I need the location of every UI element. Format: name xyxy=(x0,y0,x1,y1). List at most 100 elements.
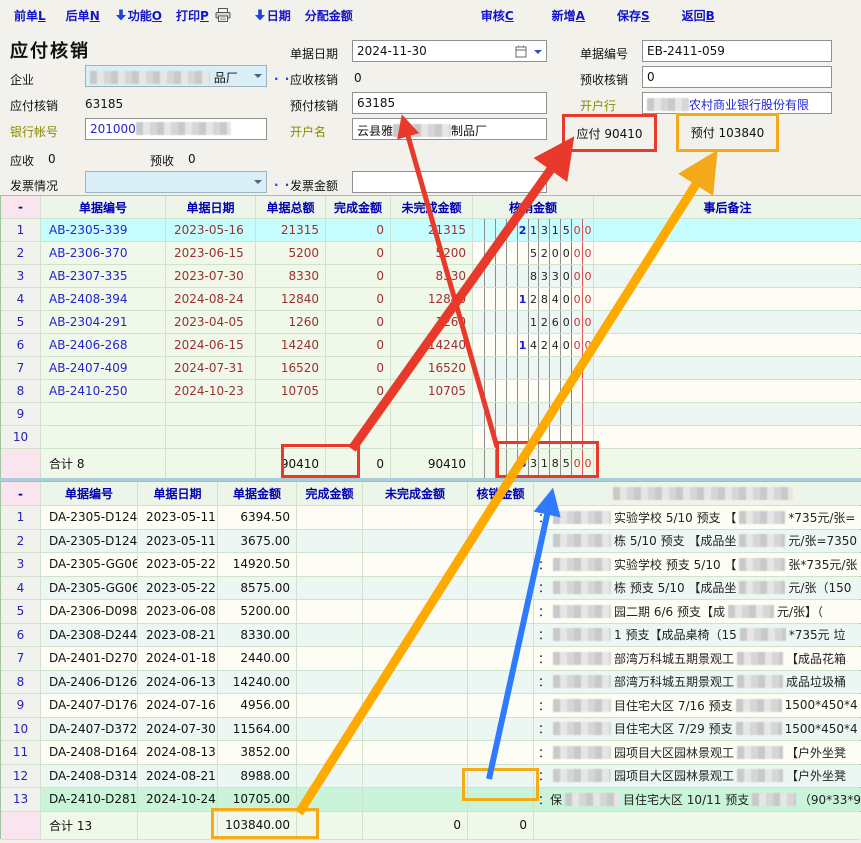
table-row[interactable]: 4AB-2408-3942024-08-24128400128401284000 xyxy=(1,288,860,311)
done-amount-cell[interactable]: 0 xyxy=(326,334,391,356)
table-row[interactable]: 1AB-2305-3392023-05-16213150213152131500 xyxy=(1,219,860,242)
writeoff-amount-digit-grid[interactable]: 126000 xyxy=(473,311,594,333)
undone-amount-cell[interactable] xyxy=(391,426,473,448)
doc-date-cell[interactable]: 2024-08-21 xyxy=(138,765,218,788)
undone-amount-cell[interactable] xyxy=(363,647,468,670)
after-note-cell[interactable] xyxy=(594,265,861,287)
writeoff-amount-cell[interactable] xyxy=(468,647,534,670)
summary-note-cell[interactable]: ：实验学校 预支 5/10 【张*735元/张 xyxy=(534,553,861,576)
doc-code-cell[interactable]: AB-2406-268 xyxy=(41,334,166,356)
doc-code-cell[interactable]: DA-2305-GG064A xyxy=(41,553,138,576)
table-row[interactable]: 4DA-2305-GG064B2023-05-228575.00：栋 预支 5/… xyxy=(1,577,860,601)
doc-amount-cell[interactable]: 4956.00 xyxy=(218,694,297,717)
done-amount-cell[interactable] xyxy=(297,788,363,811)
toolbar-button-save[interactable]: 保存S xyxy=(617,7,650,24)
doc-date-cell[interactable]: 2024-06-13 xyxy=(138,671,218,694)
invoice-status-select[interactable] xyxy=(85,171,267,193)
undone-amount-cell[interactable]: 5200 xyxy=(391,242,473,264)
after-note-cell[interactable] xyxy=(594,219,861,241)
table-row[interactable]: 7DA-2401-D2702024-01-182440.00：部湾万科城五期景观… xyxy=(1,647,860,671)
invoice-amount-input[interactable] xyxy=(352,171,547,193)
doc-date-cell[interactable]: 2024-06-15 xyxy=(166,334,256,356)
summary-note-cell[interactable]: ：园项目大区园林景观工【户外坐凳 xyxy=(534,741,861,764)
doc-code-cell[interactable]: AB-2306-370 xyxy=(41,242,166,264)
after-note-cell[interactable] xyxy=(594,242,861,264)
done-amount-cell[interactable] xyxy=(297,741,363,764)
doc-date-cell[interactable]: 2023-05-22 xyxy=(138,553,218,576)
doc-total-cell[interactable]: 5200 xyxy=(256,242,326,264)
doc-code-cell[interactable]: DA-2305-D124B xyxy=(41,530,138,553)
done-amount-cell[interactable] xyxy=(326,426,391,448)
after-note-cell[interactable] xyxy=(594,403,861,425)
writeoff-amount-digit-grid[interactable] xyxy=(473,380,594,402)
toolbar-button-next[interactable]: 后单N xyxy=(66,7,100,24)
toolbar-button-function[interactable]: 功能O xyxy=(128,7,162,24)
done-amount-cell[interactable] xyxy=(297,647,363,670)
undone-amount-cell[interactable]: 8330 xyxy=(391,265,473,287)
doc-code-cell[interactable]: DA-2407-D372 xyxy=(41,718,138,741)
doc-code-cell[interactable]: DA-2305-D124A xyxy=(41,506,138,529)
doc-total-cell[interactable]: 14240 xyxy=(256,334,326,356)
table-row[interactable]: 10DA-2407-D3722024-07-3011564.00：目住宅大区 7… xyxy=(1,718,860,742)
summary-note-cell[interactable]: ：1 预支【成品桌椅（15*735元 垃 xyxy=(534,624,861,647)
doc-date-cell[interactable]: 2023-05-22 xyxy=(138,577,218,600)
writeoff-amount-digit-grid[interactable]: 1284000 xyxy=(473,288,594,310)
toolbar-button-prev[interactable]: 前单L xyxy=(14,7,46,24)
writeoff-amount-cell[interactable] xyxy=(468,577,534,600)
undone-amount-cell[interactable]: 14240 xyxy=(391,334,473,356)
table-row[interactable]: 13DA-2410-D2812024-10-2410705.00：保目住宅大区 … xyxy=(1,788,860,812)
writeoff-amount-cell[interactable] xyxy=(468,741,534,764)
undone-amount-cell[interactable] xyxy=(363,624,468,647)
doc-amount-cell[interactable]: 3852.00 xyxy=(218,741,297,764)
undone-amount-cell[interactable] xyxy=(391,403,473,425)
doc-total-cell[interactable]: 1260 xyxy=(256,311,326,333)
done-amount-cell[interactable]: 0 xyxy=(326,311,391,333)
doc-number-input[interactable]: EB-2411-059 xyxy=(642,40,832,62)
writeoff-amount-cell[interactable] xyxy=(468,788,534,811)
doc-code-cell[interactable]: DA-2407-D176 xyxy=(41,694,138,717)
done-amount-cell[interactable] xyxy=(297,553,363,576)
after-note-cell[interactable] xyxy=(594,380,861,402)
done-amount-cell[interactable]: 0 xyxy=(326,265,391,287)
doc-code-cell[interactable]: DA-2305-GG064B xyxy=(41,577,138,600)
doc-date-cell[interactable]: 2024-07-30 xyxy=(138,718,218,741)
undone-amount-cell[interactable] xyxy=(363,694,468,717)
table-row[interactable]: 3AB-2307-3352023-07-30833008330833000 xyxy=(1,265,860,288)
table-row[interactable]: 8AB-2410-2502024-10-2310705010705 xyxy=(1,380,860,403)
summary-note-cell[interactable]: ：园二期 6/6 预支【成元/张】（ xyxy=(534,600,861,623)
doc-date-cell[interactable]: 2024-01-18 xyxy=(138,647,218,670)
doc-amount-cell[interactable]: 2440.00 xyxy=(218,647,297,670)
toolbar-button-date[interactable]: 日期 xyxy=(267,7,291,24)
doc-amount-cell[interactable]: 10705.00 xyxy=(218,788,297,811)
summary-note-cell[interactable]: ：目住宅大区 7/29 预支1500*450*4 xyxy=(534,718,861,741)
summary-note-cell[interactable]: ：园项目大区园林景观工【户外坐凳 xyxy=(534,765,861,788)
doc-code-cell[interactable]: AB-2307-335 xyxy=(41,265,166,287)
doc-date-cell[interactable] xyxy=(166,426,256,448)
done-amount-cell[interactable]: 0 xyxy=(326,242,391,264)
toolbar-button-print[interactable]: 打印P xyxy=(176,7,209,24)
undone-amount-cell[interactable] xyxy=(363,788,468,811)
doc-total-cell[interactable] xyxy=(256,426,326,448)
table-row[interactable]: 5AB-2304-2912023-04-05126001260126000 xyxy=(1,311,860,334)
after-note-cell[interactable] xyxy=(594,334,861,356)
done-amount-cell[interactable] xyxy=(297,600,363,623)
doc-date-cell[interactable]: 2023-05-16 xyxy=(166,219,256,241)
summary-note-cell[interactable]: ：目住宅大区 7/16 预支1500*450*4 xyxy=(534,694,861,717)
table-row[interactable]: 2AB-2306-3702023-06-15520005200520000 xyxy=(1,242,860,265)
table-row[interactable]: 7AB-2407-4092024-07-3116520016520 xyxy=(1,357,860,380)
doc-amount-cell[interactable]: 14920.50 xyxy=(218,553,297,576)
done-amount-cell[interactable]: 0 xyxy=(326,357,391,379)
doc-date-cell[interactable]: 2024-10-23 xyxy=(166,380,256,402)
undone-amount-cell[interactable] xyxy=(363,671,468,694)
doc-code-cell[interactable] xyxy=(41,426,166,448)
table-row[interactable]: 8DA-2406-D1262024-06-1314240.00：部湾万科城五期景… xyxy=(1,671,860,695)
doc-total-cell[interactable] xyxy=(256,403,326,425)
doc-date-cell[interactable]: 2023-06-15 xyxy=(166,242,256,264)
writeoff-amount-digit-grid[interactable]: 6318500 xyxy=(473,449,594,478)
writeoff-amount-cell[interactable] xyxy=(468,671,534,694)
doc-total-cell[interactable]: 12840 xyxy=(256,288,326,310)
doc-total-cell[interactable]: 21315 xyxy=(256,219,326,241)
doc-amount-cell[interactable]: 11564.00 xyxy=(218,718,297,741)
doc-total-cell[interactable]: 10705 xyxy=(256,380,326,402)
doc-date-cell[interactable]: 2023-07-30 xyxy=(166,265,256,287)
